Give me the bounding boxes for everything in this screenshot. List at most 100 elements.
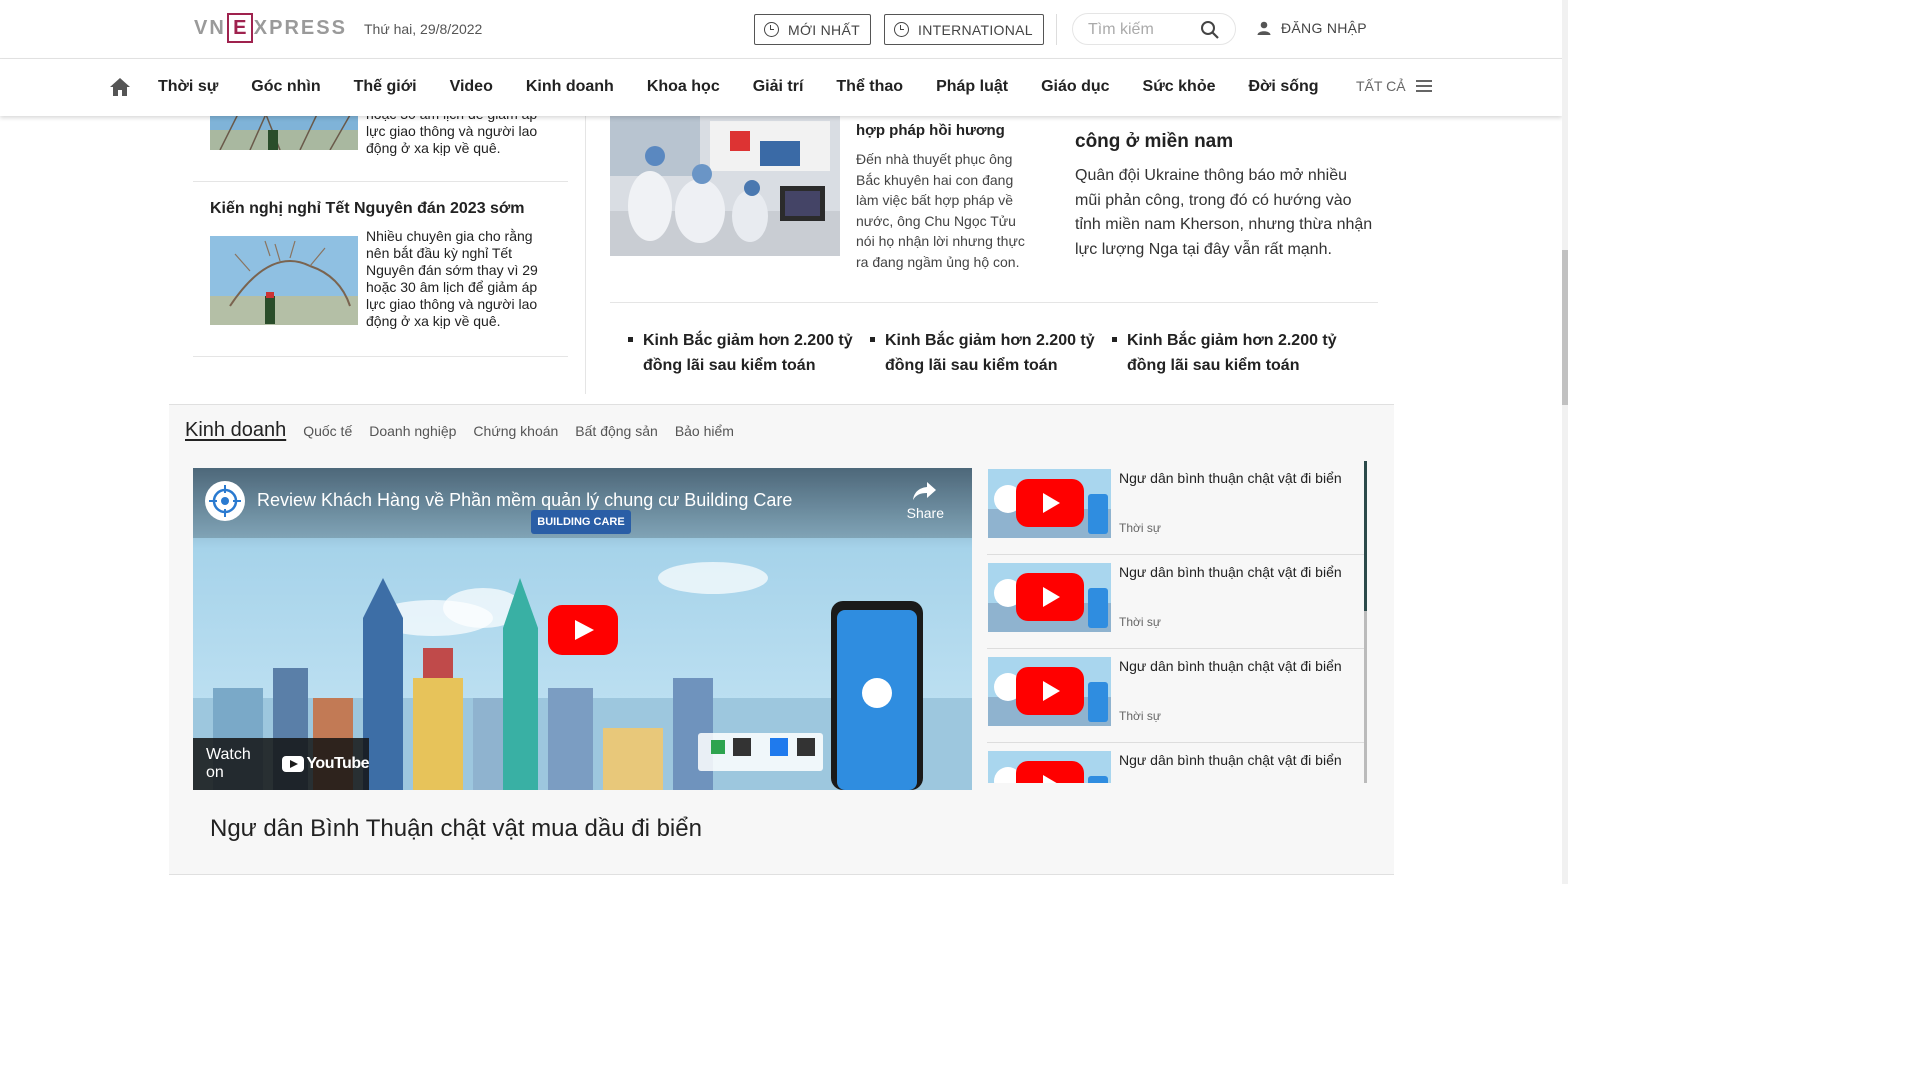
video-item-title[interactable]: Ngư dân bình thuận chật vật đi biển — [1119, 658, 1359, 674]
latest-news-button[interactable]: MỚI NHẤT — [754, 14, 871, 45]
video-list-scrollbar[interactable] — [1364, 461, 1367, 783]
video-list: Ngư dân bình thuận chật vật đi biển Thời… — [987, 461, 1367, 783]
share-label: Share — [906, 505, 944, 521]
watch-label: Watch on — [206, 746, 251, 781]
nav-item-the-gioi[interactable]: Thế giới — [354, 78, 417, 96]
nav-item-suc-khoe[interactable]: Sức khỏe — [1143, 78, 1216, 96]
left-news-column: hoặc 30 âm lịch để giảm áp lực giao thôn… — [193, 100, 568, 357]
video-list-item[interactable]: Ngư dân bình thuận chật vật đi biển Thời… — [987, 461, 1367, 555]
international-button[interactable]: INTERNATIONAL — [884, 14, 1044, 45]
all-categories-label: TẤT CẢ — [1356, 78, 1406, 94]
business-section: Kinh doanh Quốc tế Doanh nghiệp Chứng kh… — [169, 404, 1394, 875]
video-list-item[interactable]: Ngư dân bình thuận chật vật đi biển Thời… — [987, 649, 1367, 743]
nav-item-khoa-hoc[interactable]: Khoa học — [647, 78, 720, 96]
video-list-item[interactable]: Ngư dân bình thuận chật vật đi biển Thời… — [987, 555, 1367, 649]
search-placeholder: Tìm kiếm — [1088, 21, 1154, 38]
story-summary: Nhiều chuyên gia cho rằng nên bắt đầu kỳ… — [366, 228, 538, 329]
channel-logo-icon[interactable] — [205, 481, 245, 521]
subcategory-link[interactable]: Bất động sản — [575, 423, 658, 439]
column-divider — [585, 100, 586, 394]
nav-item-goc-nhin[interactable]: Góc nhìn — [251, 78, 320, 96]
story-title[interactable]: hợp pháp hồi hương — [856, 122, 1036, 139]
watch-on-youtube-button[interactable]: Watch on YouTube — [193, 738, 369, 790]
login-label: ĐĂNG NHẬP — [1281, 20, 1367, 36]
related-link[interactable]: Kinh Bắc giảm hơn 2.200 tỷ đồng lãi sau … — [1104, 328, 1346, 378]
video-list-item[interactable]: Ngư dân bình thuận chật vật đi biển — [987, 743, 1367, 783]
top-header: VN E XPRESS Thứ hai, 29/8/2022 MỚI NHẤT … — [0, 0, 1562, 59]
video-thumbnail[interactable] — [988, 563, 1111, 632]
play-button-icon[interactable] — [548, 605, 618, 655]
search-input[interactable]: Tìm kiếm — [1072, 13, 1236, 45]
nav-item-giai-tri[interactable]: Giải trí — [753, 78, 804, 96]
page-scrollbar[interactable] — [1562, 0, 1568, 884]
story-title[interactable]: Kiến nghị nghỉ Tết Nguyên đán 2023 sớm — [210, 200, 525, 218]
nav-item-video[interactable]: Video — [450, 78, 493, 96]
news-item[interactable]: Kiến nghị nghỉ Tết Nguyên đán 2023 sớm N… — [193, 182, 568, 357]
logo-text-left: VN — [194, 16, 226, 39]
share-icon — [913, 482, 937, 500]
story-summary: Đến nhà thuyết phục ông Bắc khuyên hai c… — [856, 151, 1025, 270]
video-item-category[interactable]: Thời sự — [1119, 521, 1161, 535]
video-item-title[interactable]: Ngư dân bình thuận chật vật đi biển — [1119, 564, 1359, 580]
video-thumbnail[interactable] — [988, 657, 1111, 726]
subcategory-link[interactable]: Quốc tế — [303, 423, 352, 439]
video-thumbnail[interactable] — [988, 751, 1111, 783]
bullet-icon — [870, 337, 875, 342]
section-title[interactable]: Kinh doanh — [185, 419, 286, 442]
scrollbar-thumb[interactable] — [1364, 461, 1367, 611]
related-link[interactable]: Kinh Bắc giảm hơn 2.200 tỷ đồng lãi sau … — [620, 328, 862, 378]
clock-icon — [894, 22, 909, 37]
youtube-logo-icon: YouTube — [282, 755, 369, 773]
search-icon[interactable] — [1200, 20, 1220, 40]
story-thumbnail[interactable] — [210, 236, 358, 325]
home-icon[interactable] — [110, 78, 130, 96]
menu-icon — [1415, 80, 1432, 92]
section-header: Kinh doanh Quốc tế Doanh nghiệp Chứng kh… — [185, 419, 751, 442]
story-title[interactable]: công ở miền nam — [1075, 131, 1233, 153]
page-content: hoặc 30 âm lịch để giảm áp lực giao thôn… — [0, 0, 1568, 884]
related-links: Kinh Bắc giảm hơn 2.200 tỷ đồng lãi sau … — [620, 328, 1346, 378]
brand-banner: BUILDING CARE — [531, 510, 631, 534]
user-icon — [1257, 21, 1271, 35]
bullet-icon — [1112, 337, 1117, 342]
all-categories-button[interactable]: TẤT CẢ — [1356, 78, 1432, 94]
current-date: Thứ hai, 29/8/2022 — [364, 21, 483, 37]
login-button[interactable]: ĐĂNG NHẬP — [1257, 20, 1367, 36]
youtube-player[interactable]: BUILDING CARE Review Khách Hàng về Phần … — [193, 468, 972, 790]
site-logo[interactable]: VN E XPRESS — [194, 13, 347, 43]
video-item-title[interactable]: Ngư dân bình thuận chật vật đi biển — [1119, 470, 1359, 486]
logo-e-mark: E — [226, 13, 253, 43]
subcategory-link[interactable]: Chứng khoán — [473, 423, 558, 439]
subcategory-link[interactable]: Doanh nghiệp — [369, 423, 456, 439]
nav-item-giao-duc[interactable]: Giáo dục — [1041, 78, 1109, 96]
related-link[interactable]: Kinh Bắc giảm hơn 2.200 tỷ đồng lãi sau … — [862, 328, 1104, 378]
clock-icon — [764, 22, 779, 37]
subcategory-link[interactable]: Bảo hiểm — [675, 423, 734, 439]
section-divider — [610, 302, 1378, 303]
video-item-category[interactable]: Thời sự — [1119, 615, 1161, 629]
video-item-category[interactable]: Thời sự — [1119, 709, 1161, 723]
latest-news-label: MỚI NHẤT — [788, 21, 860, 38]
share-button[interactable]: Share — [907, 480, 944, 521]
nav-item-thoi-su[interactable]: Thời sự — [158, 78, 218, 96]
logo-text-right: XPRESS — [253, 16, 347, 39]
nav-items: Thời sự Góc nhìn Thế giới Video Kinh doa… — [158, 78, 1352, 96]
header-divider — [1056, 14, 1057, 45]
story-thumbnail[interactable] — [610, 116, 840, 256]
nav-item-kinh-doanh[interactable]: Kinh doanh — [526, 78, 614, 96]
video-title[interactable]: Review Khách Hàng về Phần mềm quản lý ch… — [257, 490, 792, 511]
bullet-icon — [628, 337, 633, 342]
nav-item-phap-luat[interactable]: Pháp luật — [936, 78, 1008, 96]
international-label: INTERNATIONAL — [918, 21, 1033, 38]
scrollbar-thumb[interactable] — [1562, 250, 1568, 405]
related-link-text[interactable]: Kinh Bắc giảm hơn 2.200 tỷ đồng lãi sau … — [885, 328, 1104, 378]
story-summary: Quân đội Ukraine thông báo mở nhiều mũi … — [1075, 167, 1373, 258]
youtube-label: YouTube — [306, 755, 369, 772]
video-thumbnail[interactable] — [988, 469, 1111, 538]
nav-item-doi-song[interactable]: Đời sống — [1249, 78, 1319, 96]
related-link-text[interactable]: Kinh Bắc giảm hơn 2.200 tỷ đồng lãi sau … — [1127, 328, 1346, 378]
video-caption[interactable]: Ngư dân Bình Thuận chật vật mua dầu đi b… — [210, 815, 702, 843]
video-item-title[interactable]: Ngư dân bình thuận chật vật đi biển — [1119, 752, 1359, 768]
nav-item-the-thao[interactable]: Thể thao — [836, 78, 903, 96]
related-link-text[interactable]: Kinh Bắc giảm hơn 2.200 tỷ đồng lãi sau … — [643, 328, 862, 378]
